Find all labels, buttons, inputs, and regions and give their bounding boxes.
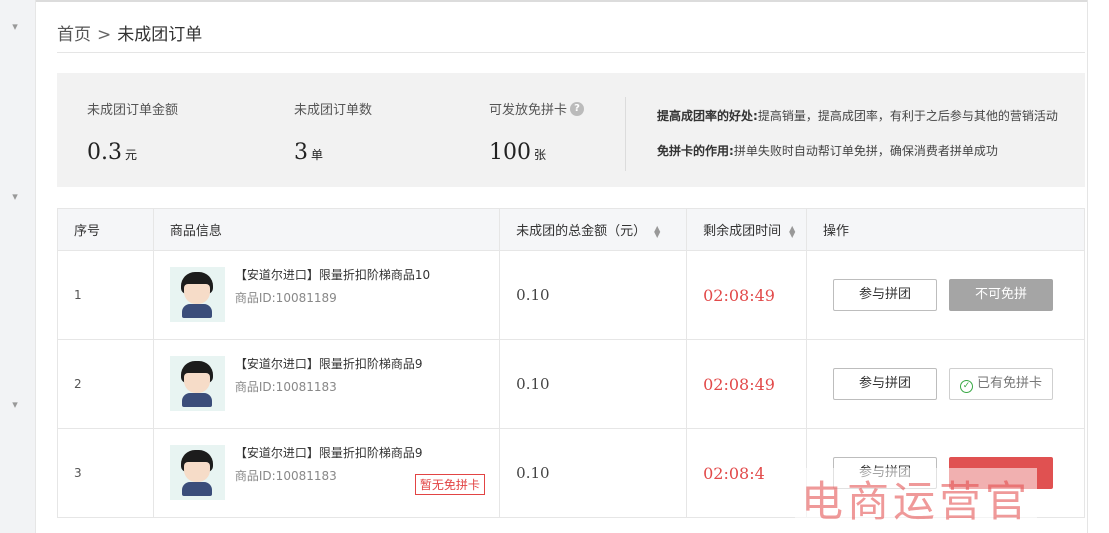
col-index: 序号 bbox=[57, 208, 154, 251]
breadcrumb-home[interactable]: 首页 bbox=[57, 25, 91, 45]
join-group-button[interactable]: 参与拼团 bbox=[833, 368, 938, 400]
tips: 提高成团率的好处:提高销量，提高成团率，有利于之后参与其他的营销活动 免拼卡的作… bbox=[657, 107, 1058, 159]
col-actions: 操作 bbox=[806, 208, 1085, 251]
product-name[interactable]: 【安道尔进口】限量折扣阶梯商品9 bbox=[235, 355, 423, 372]
actions-cell: 参与拼团 ✓ 已有免拼卡 bbox=[806, 339, 1085, 429]
stat-unformed-amount: 未成团订单金额 0.3 元 bbox=[87, 99, 178, 165]
breadcrumb-current: 未成团订单 bbox=[117, 25, 203, 45]
sort-icon: ▲ ▼ bbox=[654, 223, 661, 239]
product-thumbnail[interactable] bbox=[169, 445, 225, 500]
actions-cell: 参与拼团 不可免拼 bbox=[806, 250, 1085, 340]
breadcrumb-separator: > bbox=[97, 25, 112, 45]
no-free-group-button: 不可免拼 bbox=[949, 279, 1054, 311]
watermark: 电商运营官 bbox=[795, 468, 1038, 529]
table-row: 2 【安道尔进口】限量折扣阶梯商品9 商品ID:10081183 0.10 02… bbox=[57, 339, 1085, 429]
breadcrumb: 首页 > 未成团订单 bbox=[57, 20, 202, 45]
chevron-down-icon[interactable]: ▾ bbox=[8, 190, 22, 204]
stat-unformed-count: 未成团订单数 3单 bbox=[294, 99, 372, 165]
stat-free-cards: 可发放免拼卡? 100 张 bbox=[489, 99, 585, 165]
row-index: 1 bbox=[57, 250, 154, 340]
stat-label: 可发放免拼卡? bbox=[489, 99, 585, 118]
left-sidebar-strip: ▾ ▾ ▾ bbox=[0, 0, 36, 533]
product-id: 商品ID:10081183 bbox=[234, 380, 337, 394]
question-icon[interactable]: ? bbox=[570, 101, 585, 116]
stat-label: 未成团订单数 bbox=[294, 103, 373, 118]
has-free-card-button: ✓ 已有免拼卡 bbox=[949, 368, 1054, 400]
stat-value: 100 张 bbox=[489, 140, 547, 165]
sort-icon: ▲ ▼ bbox=[789, 223, 796, 239]
no-free-card-tag: 暂无免拼卡 bbox=[414, 474, 485, 495]
join-group-button[interactable]: 参与拼团 bbox=[833, 279, 938, 311]
product-name[interactable]: 【安道尔进口】限量折扣阶梯商品9 bbox=[235, 444, 423, 461]
row-index: 2 bbox=[57, 339, 154, 429]
col-amount[interactable]: 未成团的总金额（元） ▲ ▼ bbox=[499, 208, 688, 251]
summary-panel: 未成团订单金额 0.3 元 未成团订单数 3单 可发放免拼卡? 100 张 提高成团… bbox=[57, 73, 1085, 187]
order-amount: 0.10 bbox=[499, 339, 688, 429]
scrollbar-track[interactable] bbox=[1087, 0, 1109, 533]
tip-free-card: 免拼卡的作用:拼单失败时自动帮订单免拼，确保消费者拼单成功 bbox=[657, 144, 998, 158]
time-left: 02:08:49 bbox=[686, 250, 808, 340]
col-time-left[interactable]: 剩余成团时间 ▲ ▼ bbox=[686, 208, 808, 251]
product-name[interactable]: 【安道尔进口】限量折扣阶梯商品10 bbox=[235, 266, 430, 283]
chevron-down-icon[interactable]: ▾ bbox=[8, 20, 22, 34]
stat-value: 3单 bbox=[294, 140, 324, 165]
product-thumbnail[interactable] bbox=[169, 356, 225, 411]
check-circle-icon: ✓ bbox=[960, 380, 974, 393]
chevron-down-icon[interactable]: ▾ bbox=[8, 398, 22, 412]
time-left: 02:08:49 bbox=[686, 339, 808, 429]
divider bbox=[625, 97, 626, 171]
stat-label: 未成团订单金额 bbox=[87, 103, 179, 118]
product-thumbnail[interactable] bbox=[169, 267, 225, 322]
table-header-row: 序号 商品信息 未成团的总金额（元） ▲ ▼ 剩余成团时间 ▲ ▼ 操作 bbox=[57, 208, 1085, 251]
time-left: 02:08:4 bbox=[686, 428, 808, 518]
table-row: 1 【安道尔进口】限量折扣阶梯商品10 商品ID:10081189 0.10 0… bbox=[57, 250, 1085, 340]
order-amount: 0.10 bbox=[499, 428, 688, 518]
tip-benefit: 提高成团率的好处:提高销量，提高成团率，有利于之后参与其他的营销活动 bbox=[657, 109, 1058, 123]
divider bbox=[57, 52, 1085, 53]
product-id: 商品ID:10081183 bbox=[234, 469, 337, 483]
product-cell: 【安道尔进口】限量折扣阶梯商品9 商品ID:10081183 暂无免拼卡 bbox=[152, 428, 501, 518]
product-id: 商品ID:10081189 bbox=[234, 291, 337, 305]
product-cell: 【安道尔进口】限量折扣阶梯商品9 商品ID:10081183 bbox=[152, 339, 501, 429]
stat-value: 0.3 元 bbox=[87, 140, 138, 165]
top-border bbox=[36, 0, 1109, 2]
product-cell: 【安道尔进口】限量折扣阶梯商品10 商品ID:10081189 bbox=[152, 250, 501, 340]
col-product: 商品信息 bbox=[152, 208, 501, 251]
row-index: 3 bbox=[57, 428, 154, 518]
order-amount: 0.10 bbox=[499, 250, 688, 340]
